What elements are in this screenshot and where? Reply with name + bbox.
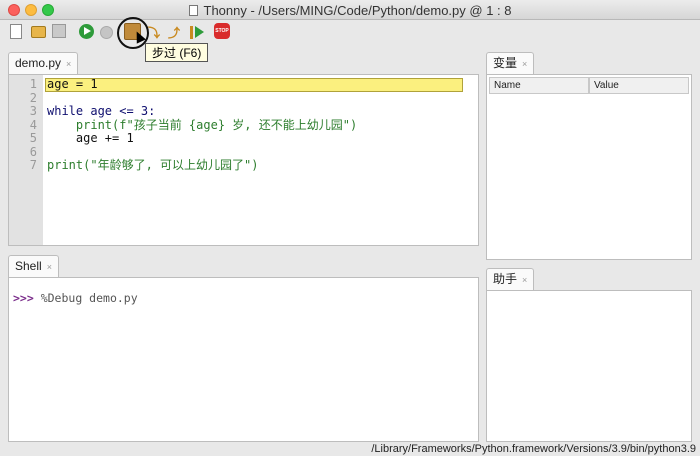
shell-prompt: >>> — [13, 291, 34, 305]
line-number: 1 — [29, 77, 37, 91]
step-into-icon[interactable]: ⤵ — [148, 24, 164, 40]
tab-label: Shell — [15, 259, 42, 273]
step-out-icon[interactable]: ⤴ — [168, 24, 184, 40]
variables-table-header: Name Value — [489, 77, 689, 94]
tab-close-icon[interactable]: × — [47, 262, 52, 272]
toolbar: ⤵ ⤴ STOP — [0, 20, 700, 44]
code-text: while age <= 3: — [47, 104, 156, 118]
assistant-panel — [486, 290, 692, 442]
title-bar: Thonny - /Users/MING/Code/Python/demo.py… — [0, 0, 700, 20]
window-title: Thonny - /Users/MING/Code/Python/demo.py… — [0, 3, 700, 18]
tab-close-icon[interactable]: × — [522, 275, 527, 285]
code-area[interactable]: 1 age = 1 2 3 while age <= 3: 4 print(f"孩子… — [30, 75, 478, 245]
save-icon[interactable] — [52, 24, 66, 38]
run-icon[interactable] — [79, 24, 94, 39]
line-number: 6 — [29, 144, 37, 159]
tab-close-icon[interactable]: × — [522, 59, 527, 69]
code-text: print(f"孩子当前 {age} 岁, 还不能上幼儿园") — [47, 117, 358, 132]
code-line: 4 print(f"孩子当前 {age} 岁, 还不能上幼儿园") — [30, 117, 478, 133]
line-number: 3 — [29, 104, 37, 118]
tab-label: 助手 — [493, 272, 518, 286]
tab-variables[interactable]: 变量 × — [486, 52, 535, 74]
tab-close-icon[interactable]: × — [66, 59, 71, 69]
tab-demo-py[interactable]: demo.py × — [8, 52, 79, 74]
code-line: 7 print("年龄够了, 可以上幼儿园了") — [30, 158, 478, 173]
tab-assistant[interactable]: 助手 × — [486, 268, 535, 290]
code-line: 2 — [30, 91, 478, 106]
code-text: print("年龄够了, 可以上幼儿园了") — [47, 158, 259, 172]
step-over-tooltip: 步过 (F6) — [145, 43, 209, 62]
tab-shell[interactable]: Shell × — [8, 255, 59, 277]
interpreter-status[interactable]: /Library/Frameworks/Python.framework/Ver… — [0, 443, 700, 456]
name-column-header[interactable]: Name — [489, 77, 589, 94]
shell-command: %Debug demo.py — [33, 291, 138, 305]
line-number: 5 — [29, 131, 37, 145]
line-number: 4 — [29, 117, 37, 132]
line-number: 2 — [29, 90, 37, 105]
code-line: 1 age = 1 — [30, 77, 478, 92]
code-text: age = 1 — [47, 77, 98, 91]
tab-label: 变量 — [493, 56, 518, 70]
current-line-highlight — [45, 78, 463, 92]
code-line: 6 — [30, 145, 478, 160]
code-line: 5 age += 1 — [30, 131, 478, 146]
variables-panel: Name Value — [486, 74, 692, 260]
value-column-header[interactable]: Value — [589, 77, 689, 94]
shell-panel[interactable]: >>> %Debug demo.py — [8, 277, 479, 442]
resume-icon[interactable] — [190, 26, 204, 39]
code-line: 3 while age <= 3: — [30, 104, 478, 119]
code-text: age += 1 — [47, 131, 134, 145]
window-title-text: Thonny - /Users/MING/Code/Python/demo.py… — [203, 3, 512, 18]
open-folder-icon[interactable] — [31, 26, 46, 38]
new-file-icon[interactable] — [10, 24, 22, 39]
shell-line: >>> %Debug demo.py — [13, 291, 138, 305]
tab-label: demo.py — [15, 56, 62, 70]
document-icon — [188, 5, 198, 16]
code-editor[interactable]: 1 age = 1 2 3 while age <= 3: 4 print(f"孩子… — [8, 74, 479, 246]
line-number: 7 — [29, 158, 37, 172]
stop-icon[interactable]: STOP — [214, 23, 230, 39]
debug-bug-icon[interactable] — [100, 26, 113, 39]
